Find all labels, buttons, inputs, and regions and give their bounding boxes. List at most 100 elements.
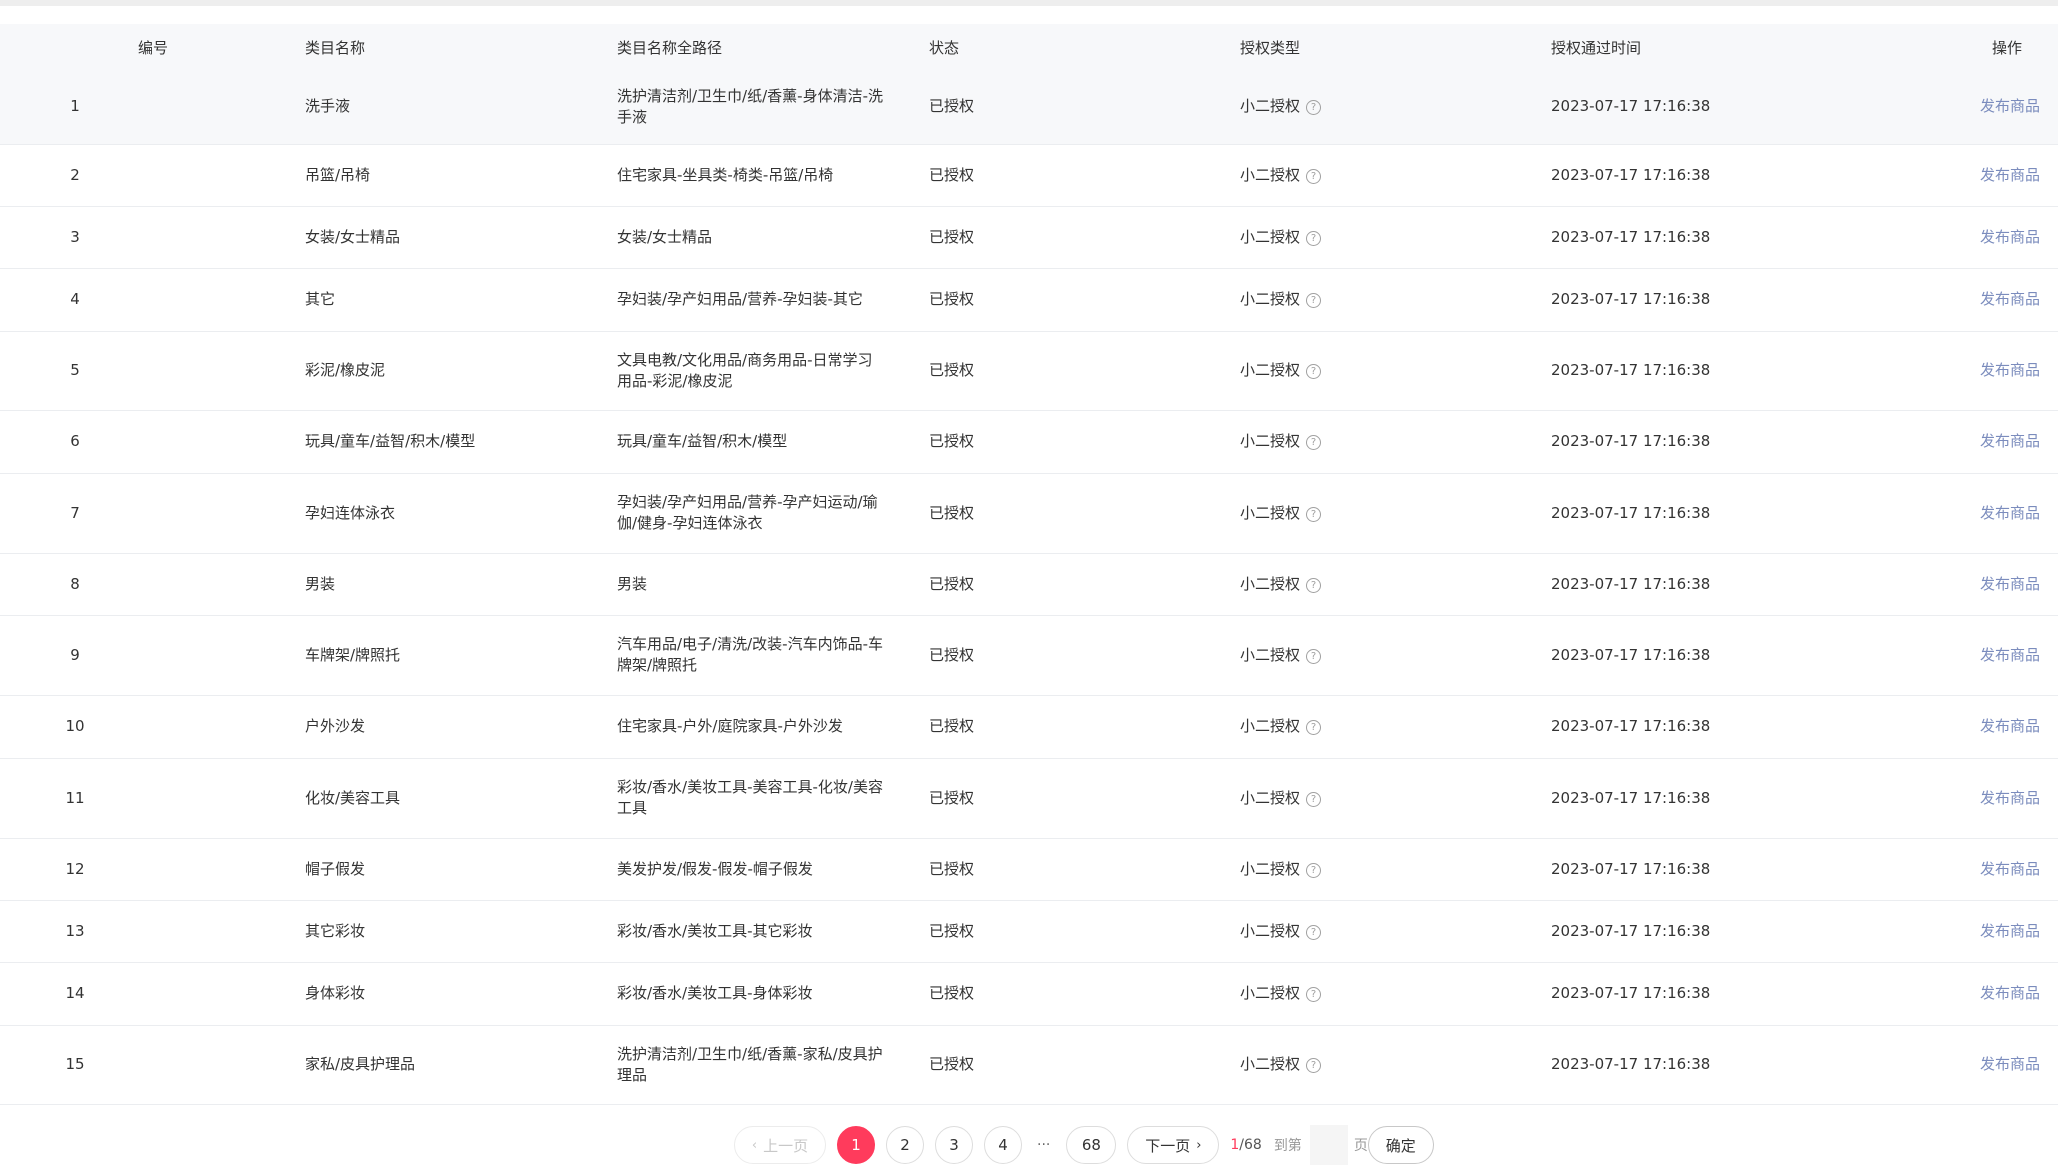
top-divider xyxy=(0,0,2058,6)
goto-label: 到第 xyxy=(1273,1138,1302,1154)
question-circle-icon[interactable]: ? xyxy=(1306,862,1322,878)
row-auth-type-cell: 小二授权? xyxy=(1240,758,1551,839)
row-category-name: 男装 xyxy=(305,553,617,616)
row-auth-type: 小二授权 xyxy=(1240,227,1301,246)
current-page-number: 1 xyxy=(1230,1137,1240,1153)
publish-product-link[interactable]: 发布商品 xyxy=(1980,432,2040,450)
header-name: 类目名称 xyxy=(305,38,366,57)
row-id: 6 xyxy=(0,410,305,474)
row-category-name: 户外沙发 xyxy=(305,695,617,759)
row-ops-cell: 发布商品 xyxy=(1863,268,2058,332)
question-circle-icon[interactable]: ? xyxy=(1306,648,1322,664)
publish-product-link[interactable]: 发布商品 xyxy=(1980,575,2040,593)
chevron-left-icon: ‹ xyxy=(751,1137,758,1153)
publish-product-link[interactable]: 发布商品 xyxy=(1980,860,2040,878)
row-auth-time: 2023-07-17 17:16:38 xyxy=(1551,144,1863,207)
publish-product-link[interactable]: 发布商品 xyxy=(1980,504,2040,522)
row-auth-time: 2023-07-17 17:16:38 xyxy=(1551,615,1863,696)
table-row: 10 户外沙发 住宅家具-户外/庭院家具-户外沙发 已授权 小二授权? 2023-07-1… xyxy=(0,695,2058,759)
question-circle-icon[interactable]: ? xyxy=(1306,364,1322,379)
question-circle-icon[interactable]: ? xyxy=(1306,100,1322,116)
publish-product-link[interactable]: 发布商品 xyxy=(1980,922,2040,940)
publish-product-link[interactable]: 发布商品 xyxy=(1980,1055,2040,1073)
row-auth-time: 2023-07-17 17:16:38 xyxy=(1551,838,1863,901)
row-auth-type-cell: 小二授权? xyxy=(1240,615,1551,696)
table-row: 15 家私/皮具护理品 洗护清洁剂/卫生巾/纸/香薰-家私/皮具护理品 已授权 小二授权… xyxy=(0,1025,2058,1105)
question-circle-icon[interactable]: ? xyxy=(1306,230,1322,246)
row-auth-type-cell: 小二授权? xyxy=(1240,206,1551,269)
row-auth-type: 小二授权 xyxy=(1240,574,1301,593)
row-ops-cell: 发布商品 xyxy=(1863,962,2058,1026)
pagination: ‹ 上一页 1 2 3 4 ··· 68 下一页 › 1/68 到第 页 确定 xyxy=(734,1124,1434,1166)
question-circle-icon[interactable]: ? xyxy=(1306,577,1322,593)
row-auth-type: 小二授权 xyxy=(1240,984,1301,1002)
row-category-path: 玩具/童车/益智/积木/模型 xyxy=(617,410,929,474)
row-id: 13 xyxy=(0,900,305,963)
table-row: 7 孕妇连体泳衣 孕妇装/孕产妇用品/营养-孕产妇运动/瑜伽/健身-孕妇连体泳衣 已授… xyxy=(0,473,2058,554)
prev-page-button[interactable]: ‹ 上一页 xyxy=(734,1126,826,1164)
publish-product-link[interactable]: 发布商品 xyxy=(1980,228,2040,246)
row-auth-type-cell: 小二授权? xyxy=(1240,268,1551,332)
table-row: 5 彩泥/橡皮泥 文具电教/文化用品/商务用品-日常学习用品-彩泥/橡皮泥 已授权 小二… xyxy=(0,331,2058,411)
publish-product-link[interactable]: 发布商品 xyxy=(1980,361,2040,379)
question-circle-icon[interactable]: ? xyxy=(1306,924,1322,940)
row-auth-type: 小二授权 xyxy=(1240,717,1301,735)
page-button-3[interactable]: 3 xyxy=(935,1126,973,1164)
row-category-path: 住宅家具-户外/庭院家具-户外沙发 xyxy=(617,695,929,759)
row-status: 已授权 xyxy=(929,331,1240,411)
question-circle-icon[interactable]: ? xyxy=(1306,987,1322,1002)
row-status: 已授权 xyxy=(929,838,1240,901)
publish-product-link[interactable]: 发布商品 xyxy=(1980,97,2040,115)
row-auth-time: 2023-07-17 17:16:38 xyxy=(1551,1025,1863,1105)
row-status: 已授权 xyxy=(929,473,1240,554)
row-auth-time: 2023-07-17 17:16:38 xyxy=(1551,70,1863,145)
question-circle-icon[interactable]: ? xyxy=(1306,506,1322,522)
page-button-2[interactable]: 2 xyxy=(886,1126,924,1164)
page-button-last[interactable]: 68 xyxy=(1066,1126,1117,1164)
publish-product-link[interactable]: 发布商品 xyxy=(1980,717,2040,735)
question-circle-icon[interactable]: ? xyxy=(1306,293,1322,308)
total-pages: /68 xyxy=(1239,1137,1262,1153)
publish-product-link[interactable]: 发布商品 xyxy=(1980,646,2040,664)
row-auth-type: 小二授权 xyxy=(1240,432,1301,450)
page-button-4[interactable]: 4 xyxy=(984,1126,1022,1164)
publish-product-link[interactable]: 发布商品 xyxy=(1980,984,2040,1002)
row-status: 已授权 xyxy=(929,695,1240,759)
row-auth-type-cell: 小二授权? xyxy=(1240,838,1551,901)
table-row: 3 女装/女士精品 女装/女士精品 已授权 小二授权? 2023-07-17 17:16:… xyxy=(0,206,2058,269)
row-category-name: 其它彩妆 xyxy=(305,900,617,963)
row-auth-type-cell: 小二授权? xyxy=(1240,695,1551,759)
publish-product-link[interactable]: 发布商品 xyxy=(1980,290,2040,308)
goto-page-input[interactable] xyxy=(1309,1125,1348,1165)
row-status: 已授权 xyxy=(929,615,1240,696)
page-count: 1/68 xyxy=(1230,1137,1261,1153)
row-status: 已授权 xyxy=(929,70,1240,145)
question-circle-icon[interactable]: ? xyxy=(1306,168,1322,184)
table-row: 9 车牌架/牌照托 汽车用品/电子/清洗/改装-汽车内饰品-车牌架/牌照托 已授权 小二… xyxy=(0,615,2058,696)
row-auth-time: 2023-07-17 17:16:38 xyxy=(1551,695,1863,759)
question-circle-icon[interactable]: ? xyxy=(1306,791,1322,807)
row-category-name: 吊篮/吊椅 xyxy=(305,144,617,207)
row-status: 已授权 xyxy=(929,962,1240,1026)
row-auth-type: 小二授权 xyxy=(1240,859,1301,878)
next-page-button[interactable]: 下一页 › xyxy=(1127,1126,1220,1164)
row-status: 已授权 xyxy=(929,268,1240,332)
table-row: 13 其它彩妆 彩妆/香水/美妆工具-其它彩妆 已授权 小二授权? 2023-07-17 … xyxy=(0,900,2058,963)
publish-product-link[interactable]: 发布商品 xyxy=(1980,166,2040,184)
row-category-path: 孕妇装/孕产妇用品/营养-孕产妇运动/瑜伽/健身-孕妇连体泳衣 xyxy=(617,473,929,554)
question-circle-icon[interactable]: ? xyxy=(1306,435,1322,450)
page-button-1[interactable]: 1 xyxy=(837,1126,875,1164)
row-auth-type-cell: 小二授权? xyxy=(1240,473,1551,554)
row-status: 已授权 xyxy=(929,758,1240,839)
question-circle-icon[interactable]: ? xyxy=(1306,720,1322,735)
table-header-row: 编号 类目名称 类目名称全路径 状态 授权类型 授权通过时间 操作 xyxy=(0,24,2058,70)
row-auth-time: 2023-07-17 17:16:38 xyxy=(1551,962,1863,1026)
row-category-path: 汽车用品/电子/清洗/改装-汽车内饰品-车牌架/牌照托 xyxy=(617,615,929,696)
row-category-path: 美发护发/假发-假发-帽子假发 xyxy=(617,838,929,901)
row-auth-type-cell: 小二授权? xyxy=(1240,70,1551,145)
row-ops-cell: 发布商品 xyxy=(1863,553,2058,616)
question-circle-icon[interactable]: ? xyxy=(1306,1058,1322,1073)
goto-confirm-button[interactable]: 确定 xyxy=(1367,1126,1434,1164)
row-category-path: 彩妆/香水/美妆工具-其它彩妆 xyxy=(617,900,929,963)
publish-product-link[interactable]: 发布商品 xyxy=(1980,789,2040,807)
